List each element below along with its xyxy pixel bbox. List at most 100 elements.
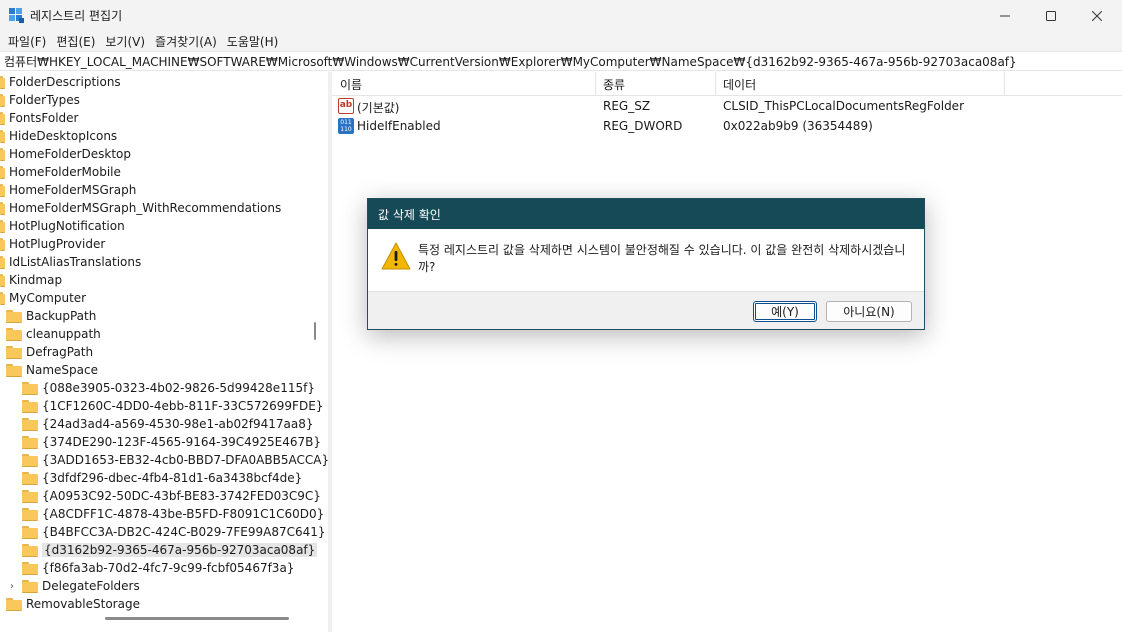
tree-item[interactable]: HomeFolderDesktop xyxy=(0,145,131,163)
tree-item[interactable]: BackupPath xyxy=(6,307,96,325)
column-type-header[interactable]: 종류 xyxy=(603,76,625,93)
menu-favorites[interactable]: 즐겨찾기(A) xyxy=(151,33,223,50)
string-value-icon: ab xyxy=(338,98,354,114)
yes-button-label: 예(Y) xyxy=(771,305,799,319)
folder-icon xyxy=(22,508,38,521)
folder-icon xyxy=(0,274,5,287)
menu-view[interactable]: 보기(V) xyxy=(101,33,151,50)
menu-bar: 파일(F) 편집(E) 보기(V) 즐겨찾기(A) 도움말(H) xyxy=(0,31,1122,51)
tree-item[interactable]: {A0953C92-50DC-43bf-BE83-3742FED03C9C} xyxy=(22,487,321,505)
value-name: HideIfEnabled xyxy=(357,119,441,133)
folder-icon xyxy=(22,436,38,449)
folder-icon xyxy=(0,166,5,179)
list-header: 이름 종류 데이터 xyxy=(332,72,1122,96)
folder-icon xyxy=(0,220,5,233)
tree-item[interactable]: HotPlugNotification xyxy=(0,217,125,235)
tree-item[interactable]: RemovableStorage xyxy=(6,595,140,613)
tree-item[interactable]: {3dfdf296-dbec-4fb4-81d1-6a3438bcf4de} xyxy=(22,469,302,487)
folder-icon xyxy=(22,472,38,485)
folder-icon xyxy=(0,94,5,107)
tree-vertical-scrollbar[interactable] xyxy=(312,322,318,340)
no-button-label: 아니요(N) xyxy=(843,305,895,319)
value-row[interactable]: ab (기본값) REG_SZ CLSID_ThisPCLocalDocumen… xyxy=(332,97,1122,117)
folder-icon xyxy=(0,256,5,269)
tree-item[interactable]: MyComputer xyxy=(0,289,86,307)
tree-horizontal-scrollbar[interactable] xyxy=(105,617,289,620)
folder-icon xyxy=(22,382,38,395)
tree-item[interactable]: FolderTypes xyxy=(0,91,80,109)
value-name: (기본값) xyxy=(357,101,400,115)
folder-icon xyxy=(6,598,22,611)
column-divider[interactable] xyxy=(715,72,716,96)
maximize-button[interactable] xyxy=(1028,0,1074,31)
minimize-button[interactable] xyxy=(982,0,1028,31)
folder-icon xyxy=(22,418,38,431)
tree-item-selected[interactable]: {d3162b92-9365-467a-956b-92703aca08af} xyxy=(22,541,318,559)
title-bar: 레지스트리 편집기 xyxy=(0,0,1122,31)
dialog-message: 특정 레지스트리 값을 삭제하면 시스템이 불안정해질 수 있습니다. 이 값을… xyxy=(418,243,906,274)
expand-chevron-icon[interactable]: › xyxy=(10,581,14,592)
column-divider[interactable] xyxy=(1004,72,1005,96)
tree-item[interactable]: NameSpace xyxy=(6,361,98,379)
tree-item[interactable]: HomeFolderMSGraph_WithRecommendations xyxy=(0,199,281,217)
column-name-header[interactable]: 이름 xyxy=(340,76,362,93)
folder-icon xyxy=(0,76,5,89)
folder-icon xyxy=(6,310,22,323)
folder-icon xyxy=(22,562,38,575)
tree-item[interactable]: {A8CDFF1C-4878-43be-B5FD-F8091C1C60D0} xyxy=(22,505,324,523)
tree-item[interactable]: FolderDescriptions xyxy=(0,73,121,91)
yes-button[interactable]: 예(Y) xyxy=(753,301,817,322)
window-title: 레지스트리 편집기 xyxy=(30,9,123,23)
tree-item[interactable]: HotPlugProvider xyxy=(0,235,105,253)
warning-icon xyxy=(381,242,411,270)
folder-icon xyxy=(22,490,38,503)
tree-item[interactable]: {374DE290-123F-4565-9164-39C4925E467B} xyxy=(22,433,321,451)
address-bar[interactable]: 컴퓨터₩HKEY_LOCAL_MACHINE₩SOFTWARE₩Microsof… xyxy=(0,51,1122,71)
folder-icon xyxy=(6,328,22,341)
values-list: 이름 종류 데이터 ab (기본값) REG_SZ CLSID_ThisPCLo… xyxy=(332,72,1122,632)
close-icon xyxy=(1092,10,1102,21)
value-type: REG_DWORD xyxy=(603,119,683,133)
folder-icon xyxy=(22,400,38,413)
folder-icon xyxy=(22,526,38,539)
value-type: REG_SZ xyxy=(603,99,651,113)
dialog-button-bar: 예(Y) 아니요(N) xyxy=(368,291,924,329)
tree-item[interactable]: {24ad3ad4-a569-4530-98e1-ab02f9417aa8} xyxy=(22,415,314,433)
tree-item[interactable]: {088e3905-0323-4b02-9826-5d99428e115f} xyxy=(22,379,315,397)
column-data-header[interactable]: 데이터 xyxy=(723,76,756,93)
tree-item[interactable]: cleanuppath xyxy=(6,325,101,343)
column-divider[interactable] xyxy=(595,72,596,96)
menu-edit[interactable]: 편집(E) xyxy=(52,33,101,50)
folder-icon xyxy=(0,112,5,125)
tree-item[interactable]: DelegateFolders xyxy=(22,577,140,595)
folder-icon xyxy=(0,148,5,161)
key-tree: FolderDescriptions FolderTypes FontsFold… xyxy=(0,72,328,632)
value-data: CLSID_ThisPCLocalDocumentsRegFolder xyxy=(723,99,965,113)
tree-item[interactable]: {1CF1260C-4DD0-4ebb-811F-33C572699FDE} xyxy=(22,397,323,415)
folder-icon xyxy=(6,364,22,377)
address-path: 컴퓨터₩HKEY_LOCAL_MACHINE₩SOFTWARE₩Microsof… xyxy=(4,54,1017,69)
value-row[interactable]: 011 110 HideIfEnabled REG_DWORD 0x022ab9b… xyxy=(332,117,1122,137)
folder-icon xyxy=(22,580,38,593)
dialog-title: 값 삭제 확인 xyxy=(368,199,924,229)
tree-item[interactable]: FontsFolder xyxy=(0,109,78,127)
menu-help[interactable]: 도움말(H) xyxy=(223,33,285,50)
folder-icon xyxy=(0,202,5,215)
tree-item[interactable]: {B4BFCC3A-DB2C-424C-B029-7FE99A87C641} xyxy=(22,523,326,541)
registry-editor-icon xyxy=(9,8,24,23)
tree-item[interactable]: {f86fa3ab-70d2-4fc7-9c99-fcbf05467f3a} xyxy=(22,559,294,577)
tree-item[interactable]: IdListAliasTranslations xyxy=(0,253,141,271)
no-button[interactable]: 아니요(N) xyxy=(826,301,912,322)
close-button[interactable] xyxy=(1074,0,1120,31)
tree-item[interactable]: Kindmap xyxy=(0,271,62,289)
tree-item[interactable]: HomeFolderMSGraph xyxy=(0,181,136,199)
tree-item[interactable]: HomeFolderMobile xyxy=(0,163,121,181)
folder-icon xyxy=(0,130,5,143)
folder-icon xyxy=(0,184,5,197)
menu-file[interactable]: 파일(F) xyxy=(4,33,52,50)
value-data: 0x022ab9b9 (36354489) xyxy=(723,119,873,133)
tree-item[interactable]: {3ADD1653-EB32-4cb0-BBD7-DFA0ABB5ACCA} xyxy=(22,451,328,469)
tree-item[interactable]: DefragPath xyxy=(6,343,93,361)
folder-icon xyxy=(0,292,5,305)
tree-item[interactable]: HideDesktopIcons xyxy=(0,127,117,145)
